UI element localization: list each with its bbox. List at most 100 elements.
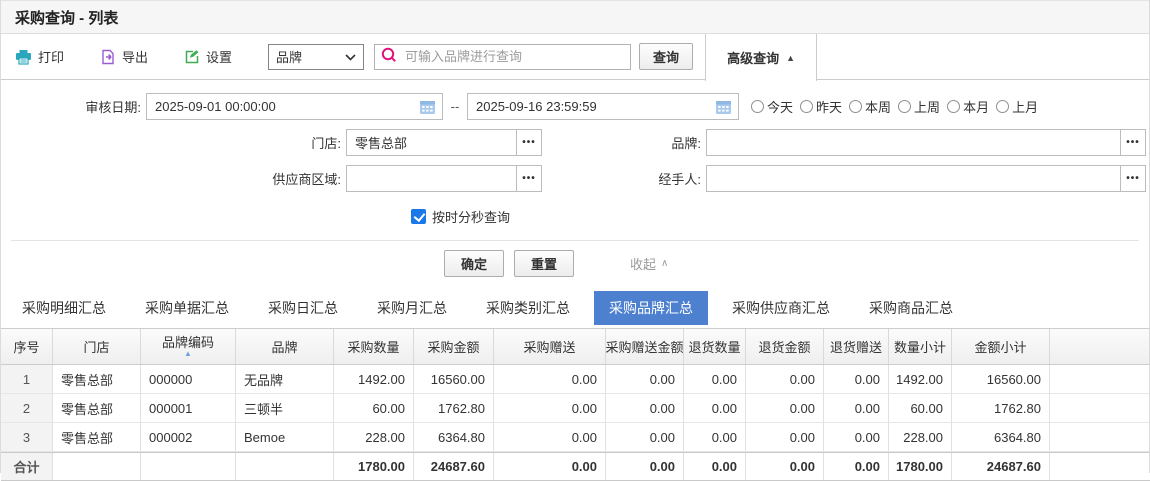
tab-purchase-day-summary[interactable]: 采购日汇总: [253, 291, 353, 325]
supplier-handler-row: 供应商区域: ••• 经手人: •••: [1, 164, 1149, 192]
table-cell: 1492.00: [889, 365, 952, 393]
date-to-input[interactable]: [468, 99, 738, 114]
table-header-row: 序号门店品牌编码▲品牌采购数量采购金额采购赠送采购赠送金额退货数量退货金额退货赠…: [1, 329, 1149, 365]
column-header[interactable]: 采购数量: [334, 329, 414, 364]
radio-yesterday[interactable]: 昨天: [800, 97, 842, 116]
collapse-label: 收起: [630, 254, 656, 273]
radio-this-month[interactable]: 本月: [947, 97, 989, 116]
tab-purchase-category-summary[interactable]: 采购类别汇总: [471, 291, 585, 325]
confirm-button[interactable]: 确定: [444, 250, 504, 277]
brand-label: 品牌:: [546, 133, 706, 152]
radio-icon: [751, 100, 764, 113]
table-cell: 0.00: [824, 423, 889, 451]
column-header[interactable]: 品牌编码▲: [141, 329, 236, 364]
table-row[interactable]: 2零售总部000001三顿半60.001762.800.000.000.000.…: [1, 394, 1149, 423]
brand-lookup-button[interactable]: •••: [1120, 130, 1145, 155]
column-header[interactable]: 门店: [53, 329, 141, 364]
table-row[interactable]: 1零售总部000000无品牌1492.0016560.000.000.000.0…: [1, 365, 1149, 394]
table-cell: 0.00: [746, 423, 824, 451]
triangle-up-icon: ▲: [786, 53, 795, 63]
settings-button[interactable]: 设置: [184, 47, 232, 66]
radio-today[interactable]: 今天: [751, 97, 793, 116]
supplier-area-value[interactable]: [347, 166, 516, 191]
store-lookup-button[interactable]: •••: [516, 130, 541, 155]
column-header[interactable]: 序号: [1, 329, 53, 364]
column-header[interactable]: 数量小计: [889, 329, 952, 364]
column-header[interactable]: 金额小计: [952, 329, 1050, 364]
total-cell: 0.00: [684, 453, 746, 480]
table-cell: 0.00: [494, 365, 606, 393]
column-header[interactable]: 退货金额: [746, 329, 824, 364]
collapse-toggle[interactable]: 收起 ∧: [630, 254, 668, 273]
table-cell: 3: [1, 423, 53, 451]
table-cell: Bemoe: [236, 423, 334, 451]
table-cell: 0.00: [606, 394, 684, 422]
brand-field: •••: [706, 129, 1146, 156]
brand-value[interactable]: [707, 130, 1120, 155]
column-header[interactable]: 退货数量: [684, 329, 746, 364]
radio-this-week[interactable]: 本周: [849, 97, 891, 116]
tab-purchase-detail-summary[interactable]: 采购明细汇总: [7, 291, 121, 325]
calendar-icon[interactable]: [715, 99, 732, 118]
table-cell: 228.00: [334, 423, 414, 451]
radio-last-week[interactable]: 上周: [898, 97, 940, 116]
reset-button[interactable]: 重置: [514, 250, 574, 277]
print-label: 打印: [38, 47, 64, 66]
audit-date-label: 审核日期:: [1, 97, 146, 116]
printer-icon: [15, 49, 32, 65]
export-button[interactable]: 导出: [100, 47, 148, 66]
print-button[interactable]: 打印: [15, 47, 64, 66]
table-cell: 0.00: [494, 394, 606, 422]
total-cell: [236, 453, 334, 480]
supplier-area-label: 供应商区域:: [1, 169, 346, 188]
column-header[interactable]: 采购赠送金额: [606, 329, 684, 364]
column-header-label: 品牌编码: [162, 336, 214, 350]
total-cell: 1780.00: [889, 453, 952, 480]
tab-purchase-doc-summary[interactable]: 采购单据汇总: [130, 291, 244, 325]
date-from-input[interactable]: [147, 99, 442, 114]
purchase-query-window: 采购查询 - 列表 打印 导出 设置 品牌: [0, 0, 1150, 473]
table-cell: 零售总部: [53, 423, 141, 451]
supplier-area-lookup-button[interactable]: •••: [516, 166, 541, 191]
table-cell: 1492.00: [334, 365, 414, 393]
column-header[interactable]: 退货赠送: [824, 329, 889, 364]
query-button[interactable]: 查询: [639, 43, 693, 70]
store-value[interactable]: 零售总部: [347, 130, 516, 155]
column-header[interactable]: 采购赠送: [494, 329, 606, 364]
table-cell: 0.00: [746, 365, 824, 393]
handler-value[interactable]: [707, 166, 1120, 191]
table-cell: 228.00: [889, 423, 952, 451]
table-cell: 2: [1, 394, 53, 422]
tab-purchase-month-summary[interactable]: 采购月汇总: [362, 291, 462, 325]
export-icon: [100, 49, 116, 65]
panel-footer: 确定 重置 收起 ∧: [11, 240, 1139, 287]
date-to-field: [467, 93, 739, 120]
settings-label: 设置: [206, 47, 232, 66]
column-header[interactable]: 品牌: [236, 329, 334, 364]
checkbox-icon[interactable]: [411, 209, 426, 224]
search-field-value: 品牌: [276, 47, 302, 66]
column-header[interactable]: 采购金额: [414, 329, 494, 364]
handler-label: 经手人:: [546, 169, 706, 188]
table-cell: 000002: [141, 423, 236, 451]
tab-purchase-supplier-summary[interactable]: 采购供应商汇总: [717, 291, 845, 325]
search-input[interactable]: [403, 48, 624, 65]
store-brand-row: 门店: 零售总部 ••• 品牌: •••: [1, 128, 1149, 156]
table-cell: 0.00: [684, 394, 746, 422]
table-cell: 三顿半: [236, 394, 334, 422]
radio-last-month[interactable]: 上月: [996, 97, 1038, 116]
advanced-query-toggle[interactable]: 高级查询 ▲: [705, 34, 817, 81]
summary-tabs: 采购明细汇总 采购单据汇总 采购日汇总 采购月汇总 采购类别汇总 采购品牌汇总 …: [1, 287, 1149, 328]
handler-lookup-button[interactable]: •••: [1120, 166, 1145, 191]
radio-icon: [898, 100, 911, 113]
table-row[interactable]: 3零售总部000002Bemoe228.006364.800.000.000.0…: [1, 423, 1149, 452]
calendar-icon[interactable]: [419, 99, 436, 118]
search-field-select[interactable]: 品牌: [268, 44, 364, 70]
tab-purchase-product-summary[interactable]: 采购商品汇总: [854, 291, 968, 325]
total-cell: 1780.00: [334, 453, 414, 480]
radio-label: 今天: [767, 97, 793, 116]
tab-purchase-brand-summary[interactable]: 采购品牌汇总: [594, 291, 708, 325]
table-cell: 零售总部: [53, 394, 141, 422]
radio-icon: [849, 100, 862, 113]
table-cell: 1762.80: [414, 394, 494, 422]
